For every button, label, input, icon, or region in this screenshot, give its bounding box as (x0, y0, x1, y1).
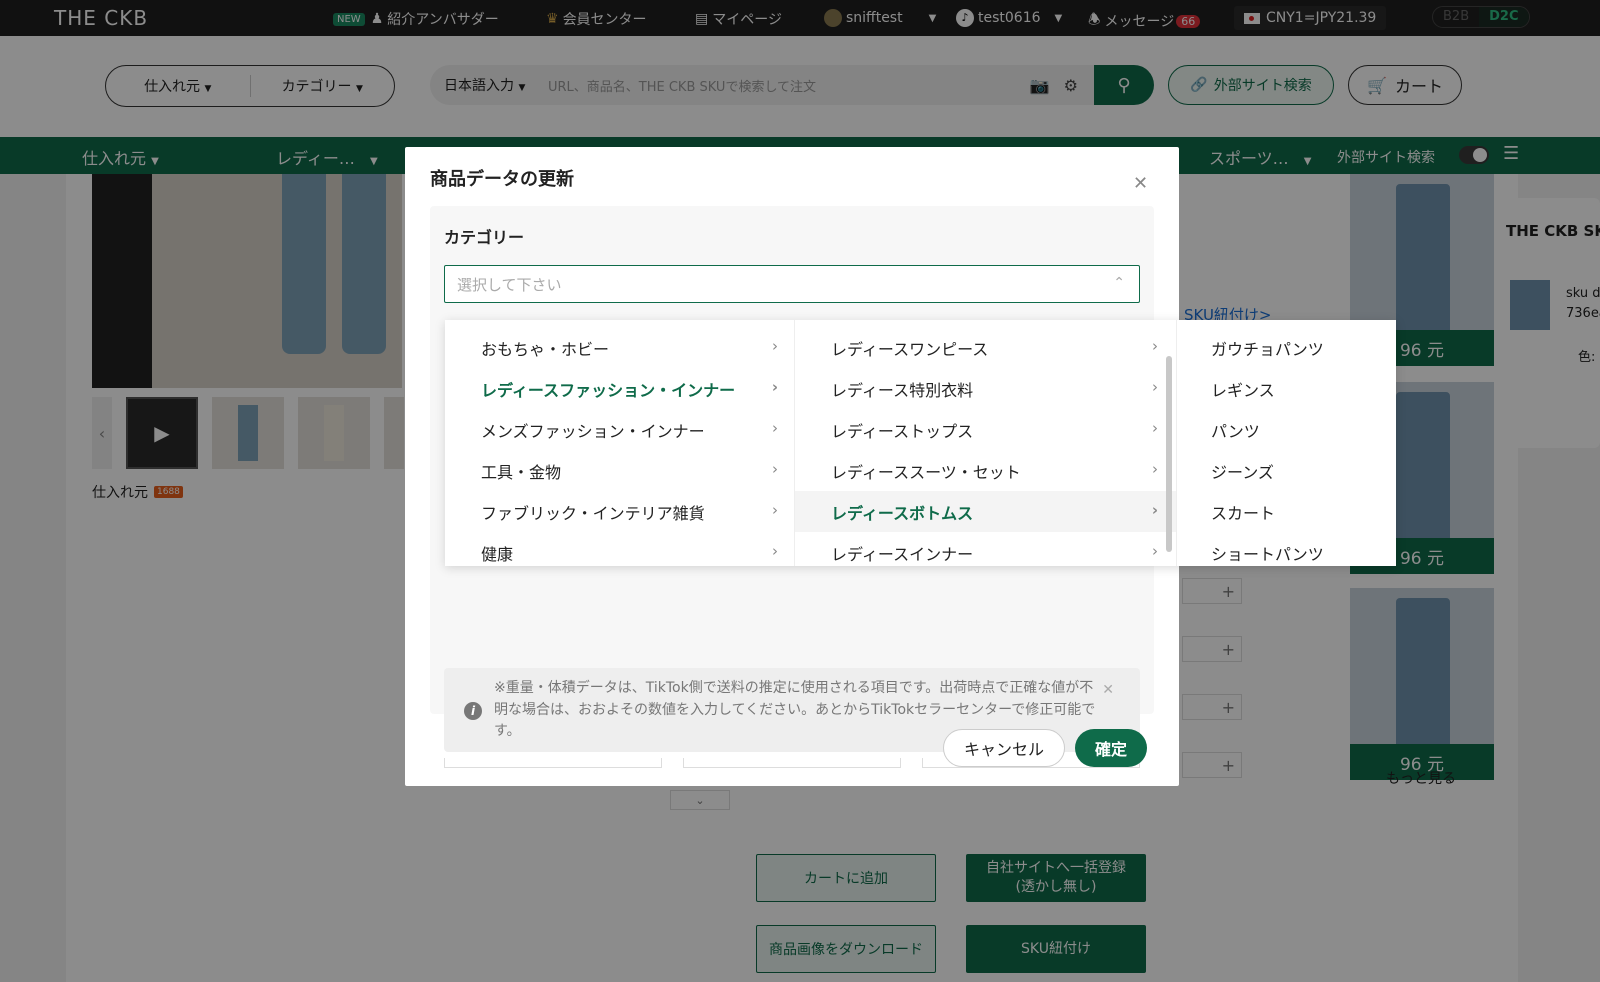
cascader-option[interactable]: レディースワンピース › (795, 327, 1176, 368)
cascader-option[interactable]: レディーストップス › (795, 409, 1176, 450)
option-label: レギンス (1211, 380, 1275, 400)
option-label: レディースワンピース (831, 339, 989, 359)
cascader-option[interactable]: レディース特別衣料 › (795, 368, 1176, 409)
cascader-option[interactable]: ファブリック・インテリア雑貨 › (445, 491, 794, 532)
option-label: レディーストップス (831, 421, 974, 441)
cascader-option[interactable]: 健康 › (445, 532, 794, 566)
cascader-level-2: レディースワンピース › レディース特別衣料 › レディーストップス › レディースス… (795, 320, 1177, 566)
chevron-right-icon: › (772, 460, 778, 478)
cascader-level-1: おもちゃ・ホビー › レディースファッション・インナー › メンズファッション・イン… (445, 320, 795, 566)
category-cascader: おもちゃ・ホビー › レディースファッション・インナー › メンズファッション・イン… (445, 320, 1396, 566)
cascader-option[interactable]: 工具・金物 › (445, 450, 794, 491)
cascader-option[interactable]: レディースファッション・インナー › (445, 368, 794, 409)
chevron-right-icon: › (1152, 378, 1158, 396)
option-label: ガウチョパンツ (1211, 339, 1324, 359)
cascader-option[interactable]: レディーススーツ・セット › (795, 450, 1176, 491)
cascader-option[interactable]: レディースボトムス › (795, 491, 1176, 532)
input-field[interactable] (444, 758, 662, 768)
option-label: レディースボトムス (831, 503, 974, 523)
cascader-option[interactable]: ジーンズ (1177, 450, 1396, 491)
close-note-icon[interactable]: ✕ (1102, 680, 1114, 702)
option-label: レディースファッション・インナー (481, 380, 736, 400)
cascader-option[interactable]: おもちゃ・ホビー › (445, 327, 794, 368)
option-label: 健康 (481, 544, 514, 564)
cascader-option[interactable]: ガウチョパンツ (1177, 327, 1396, 368)
chevron-right-icon: › (772, 501, 778, 519)
option-label: メンズファッション・インナー (481, 421, 705, 441)
chevron-right-icon: › (772, 337, 778, 355)
modal-title: 商品データの更新 (430, 169, 574, 190)
chevron-right-icon: › (772, 542, 778, 560)
cascader-option[interactable]: レギンス (1177, 368, 1396, 409)
option-label: ショートパンツ (1211, 544, 1324, 564)
cascader-level-3: ガウチョパンツ レギンス パンツ ジーンズ スカート ショートパンツ (1177, 320, 1396, 566)
chevron-up-icon: ⌃ (1113, 275, 1125, 291)
info-icon: i (464, 702, 482, 720)
option-label: レディースインナー (831, 544, 974, 564)
cascader-option[interactable]: ショートパンツ (1177, 532, 1396, 566)
chevron-right-icon: › (771, 378, 778, 396)
chevron-right-icon: › (1152, 419, 1158, 437)
confirm-button[interactable]: 確定 (1075, 729, 1147, 767)
option-label: スカート (1211, 503, 1276, 523)
scrollbar[interactable] (1166, 356, 1172, 552)
option-label: レディーススーツ・セット (831, 462, 1021, 482)
chevron-right-icon: › (1152, 542, 1158, 560)
cascader-option[interactable]: メンズファッション・インナー › (445, 409, 794, 450)
category-select[interactable]: 選択して下さい ⌃ (444, 265, 1140, 303)
category-label: カテゴリー (444, 228, 525, 247)
option-label: ジーンズ (1211, 462, 1274, 482)
cancel-button[interactable]: キャンセル (943, 729, 1065, 767)
option-label: レディース特別衣料 (831, 380, 974, 400)
option-label: ファブリック・インテリア雑貨 (481, 503, 705, 523)
option-label: おもちゃ・ホビー (481, 339, 610, 359)
cascader-option[interactable]: パンツ (1177, 409, 1396, 450)
cascader-option[interactable]: レディースインナー › (795, 532, 1176, 566)
chevron-right-icon: › (1152, 337, 1158, 355)
chevron-right-icon: › (1152, 460, 1158, 478)
option-label: 工具・金物 (481, 462, 562, 482)
category-select-placeholder: 選択して下さい (457, 275, 562, 294)
cascader-option[interactable]: スカート (1177, 491, 1396, 532)
chevron-right-icon: › (1151, 501, 1158, 519)
input-field[interactable] (683, 758, 901, 768)
chevron-right-icon: › (772, 419, 778, 437)
close-icon[interactable]: ✕ (1133, 173, 1148, 194)
option-label: パンツ (1211, 421, 1260, 441)
